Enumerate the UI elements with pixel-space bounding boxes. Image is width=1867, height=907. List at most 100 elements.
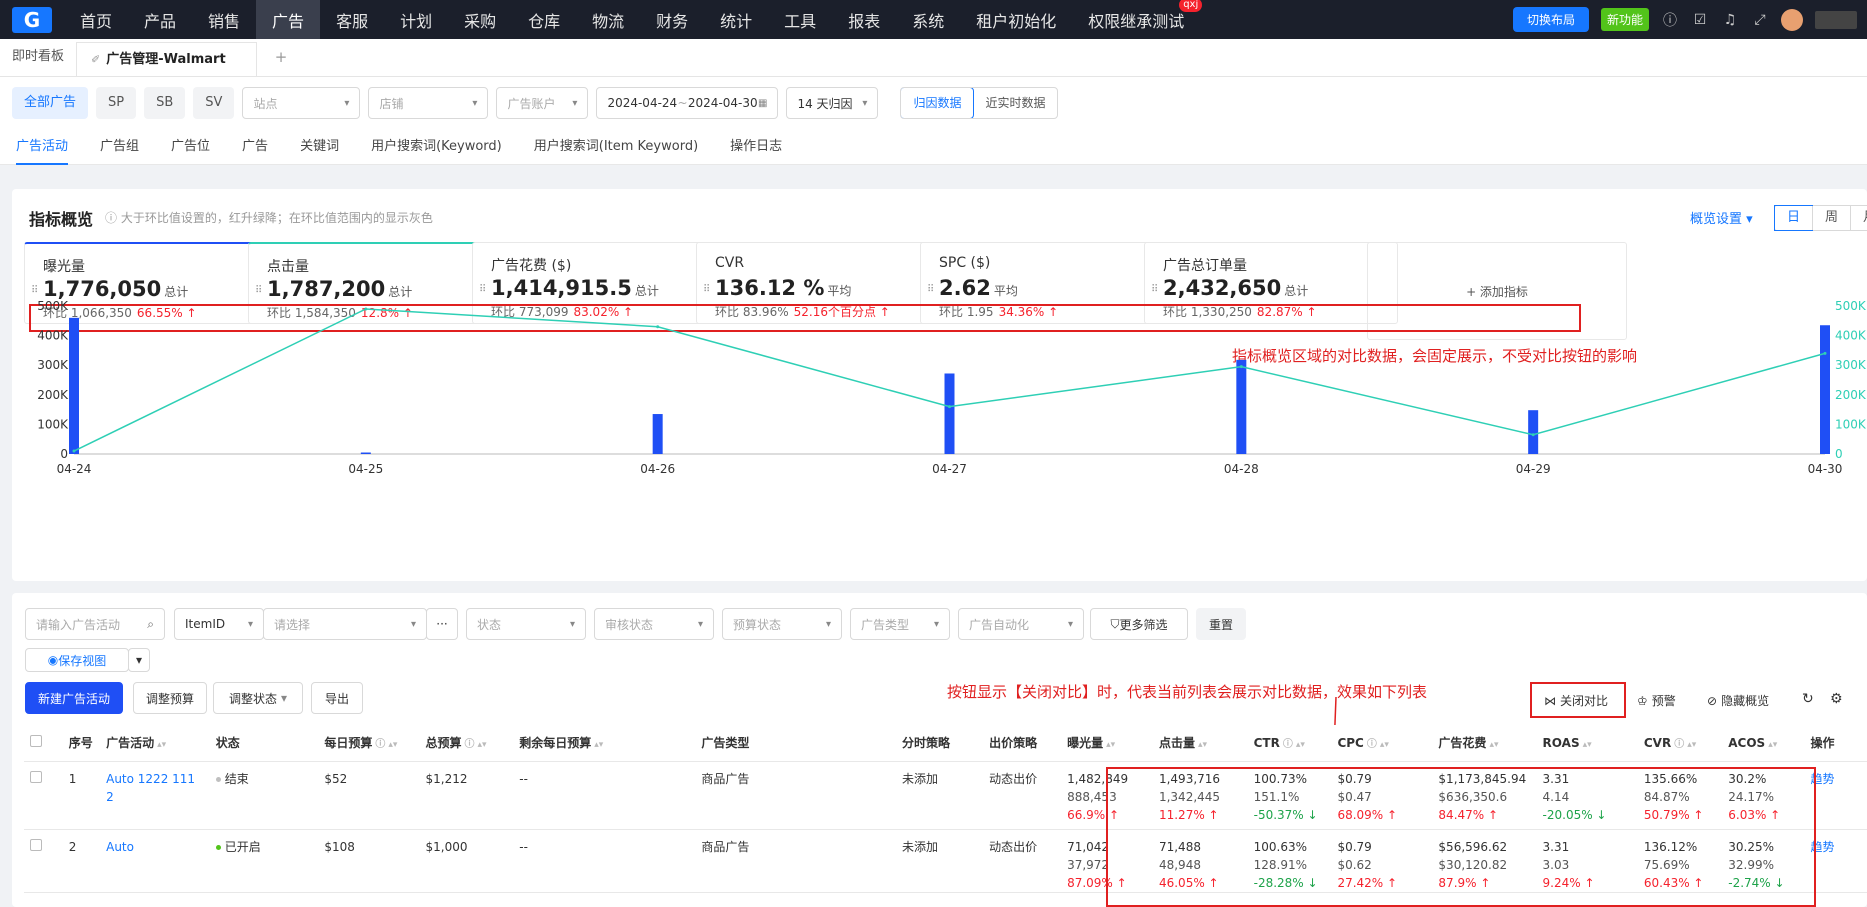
cell-checkbox[interactable]	[24, 829, 42, 893]
sort-icon[interactable]: ▴▾	[1106, 740, 1115, 750]
user-name-block[interactable]	[1815, 10, 1857, 29]
campaign-link[interactable]: Auto 1222 111 2	[106, 770, 206, 806]
itemid-select[interactable]: ItemID ▾	[174, 608, 264, 640]
nav-item-0[interactable]: 首页	[64, 0, 128, 39]
table-row[interactable]: 1 Auto 1222 111 2 结束 $52 $1,212 -- 商品广告 未添加 动态出价…	[24, 761, 1867, 830]
subtab-5[interactable]: 用户搜索词(Keyword)	[371, 129, 502, 165]
cell-daily-budget[interactable]: $108	[318, 829, 420, 893]
row-checkbox[interactable]	[30, 770, 42, 783]
line-point[interactable]	[1239, 365, 1243, 369]
select-all-checkbox[interactable]	[30, 735, 42, 748]
status-select[interactable]: 状态 ▾	[466, 608, 586, 640]
sort-icon[interactable]: ▴▾	[1768, 740, 1777, 750]
pill-sb[interactable]: SB	[144, 87, 186, 119]
fullscreen-icon[interactable]: ⤢	[1751, 12, 1769, 28]
info-icon[interactable]: ⓘ	[1661, 10, 1679, 30]
cell-campaign[interactable]: Auto	[100, 829, 210, 893]
save-view-button[interactable]: ◉ 保存视图	[25, 648, 129, 672]
daily-budget[interactable]: $52	[324, 772, 347, 786]
nav-item-12[interactable]: 报表	[832, 0, 896, 39]
nav-item-15[interactable]: 权限继承测试 qxj	[1072, 0, 1203, 39]
tab-add-button[interactable]: +	[257, 38, 306, 76]
header-4[interactable]: 总预算 ⓘ ▴▾	[419, 725, 514, 762]
alert-button[interactable]: ♔ 预警	[1637, 692, 1676, 709]
cell-campaign[interactable]: Auto 1222 111 2	[100, 761, 210, 830]
header-16[interactable]: ACOS ▴▾	[1722, 725, 1805, 762]
bar[interactable]	[652, 414, 663, 454]
cell-daily-budget[interactable]: $52	[318, 761, 420, 830]
subtab-3[interactable]: 广告	[242, 129, 268, 165]
close-compare-button[interactable]: ⋈ 关闭对比	[1544, 692, 1608, 709]
header-3[interactable]: 每日预算 ⓘ ▴▾	[318, 725, 420, 762]
bar[interactable]	[944, 373, 955, 454]
header-13[interactable]: 广告花费 ▴▾	[1432, 725, 1537, 762]
hide-overview-button[interactable]: ⊘ 隐藏概览	[1707, 692, 1769, 709]
refresh-icon[interactable]: ↻	[1802, 691, 1814, 707]
subtab-1[interactable]: 广告组	[100, 129, 139, 165]
bar[interactable]	[1528, 410, 1539, 454]
nav-item-4[interactable]: 客服	[320, 0, 384, 39]
adjust-status-button[interactable]: 调整状态 ▾	[213, 682, 303, 714]
pill-sv[interactable]: SV	[193, 87, 235, 119]
line-point[interactable]	[72, 449, 76, 453]
sort-icon[interactable]: ▴▾	[1687, 740, 1696, 750]
bar[interactable]	[69, 317, 79, 454]
line-point[interactable]	[1531, 433, 1535, 437]
sort-icon[interactable]: ▴▾	[1296, 740, 1305, 750]
sort-icon[interactable]: ▴▾	[478, 740, 487, 750]
total-budget[interactable]: $1,212	[426, 772, 468, 786]
pill-sp[interactable]: SP	[96, 87, 137, 119]
cell-checkbox[interactable]	[24, 761, 42, 830]
tab-home[interactable]: 即时看板	[0, 38, 76, 76]
row-checkbox[interactable]	[30, 838, 42, 851]
new-campaign-button[interactable]: 新建广告活动	[25, 682, 123, 714]
bar[interactable]	[1820, 325, 1830, 454]
budget-status-select[interactable]: 预算状态 ▾	[722, 608, 842, 640]
bar[interactable]	[1236, 359, 1247, 454]
header-1[interactable]: 广告活动 ▴▾	[100, 725, 210, 762]
nav-item-6[interactable]: 采购	[448, 0, 512, 39]
reset-button[interactable]: 重置	[1196, 608, 1246, 640]
sort-icon[interactable]: ▴▾	[157, 740, 166, 750]
table-row[interactable]: 2 Auto 已开启 $108 $1,000 -- 商品广告 未添加 动态出价 71,042 37,…	[24, 829, 1867, 893]
task-icon[interactable]: ☑	[1691, 12, 1709, 28]
line-point[interactable]	[1823, 351, 1827, 355]
nav-item-10[interactable]: 统计	[704, 0, 768, 39]
mode-realtime[interactable]: 近实时数据	[973, 88, 1057, 118]
nav-item-11[interactable]: 工具	[768, 0, 832, 39]
header-5[interactable]: 剩余每日预算 ▴▾	[513, 725, 696, 762]
store-select[interactable]: 店铺 ▾	[368, 87, 489, 119]
cell-total-budget[interactable]: $1,000	[419, 829, 514, 893]
account-select[interactable]: 广告账户 ▾	[496, 87, 589, 119]
header-11[interactable]: CTR ⓘ ▴▾	[1247, 725, 1332, 762]
attribution-select[interactable]: 14 天归因 ▾	[786, 87, 879, 119]
automation-select[interactable]: 广告自动化 ▾	[958, 608, 1084, 640]
settings-icon[interactable]: ⚙	[1830, 691, 1843, 707]
subtab-6[interactable]: 用户搜索词(Item Keyword)	[534, 129, 698, 165]
nav-item-2[interactable]: 销售	[192, 0, 256, 39]
trend-link[interactable]: 趋势	[1811, 840, 1835, 854]
ad-type-select[interactable]: 广告类型 ▾	[850, 608, 950, 640]
cell-action[interactable]: 趋势	[1804, 761, 1867, 830]
cell-action[interactable]: 趋势	[1804, 829, 1867, 893]
sort-icon[interactable]: ▴▾	[1380, 740, 1389, 750]
switch-layout-button[interactable]: 切换布局	[1512, 7, 1589, 32]
line-point[interactable]	[656, 325, 660, 329]
nav-item-1[interactable]: 产品	[128, 0, 192, 39]
pill-all-ads[interactable]: 全部广告	[12, 87, 89, 119]
header-9[interactable]: 曝光量 ▴▾	[1061, 725, 1153, 762]
review-status-select[interactable]: 审核状态 ▾	[594, 608, 714, 640]
total-budget[interactable]: $1,000	[426, 840, 468, 854]
header-15[interactable]: CVR ⓘ ▴▾	[1637, 725, 1723, 762]
more-options-button[interactable]: ···	[426, 608, 458, 640]
nav-item-3[interactable]: 广告	[256, 0, 321, 39]
cell-total-budget[interactable]: $1,212	[419, 761, 514, 830]
date-range-picker[interactable]: 2024-04-24 ~ 2024-04-30 ▦	[596, 87, 779, 119]
save-view-dropdown[interactable]: ▾	[128, 648, 150, 672]
line-point[interactable]	[364, 307, 368, 311]
logo[interactable]: G	[0, 0, 64, 39]
trend-link[interactable]: 趋势	[1811, 772, 1835, 786]
subtab-0[interactable]: 广告活动	[16, 129, 69, 165]
sort-icon[interactable]: ▴▾	[594, 740, 603, 750]
new-feature-button[interactable]: 新功能	[1600, 8, 1649, 31]
